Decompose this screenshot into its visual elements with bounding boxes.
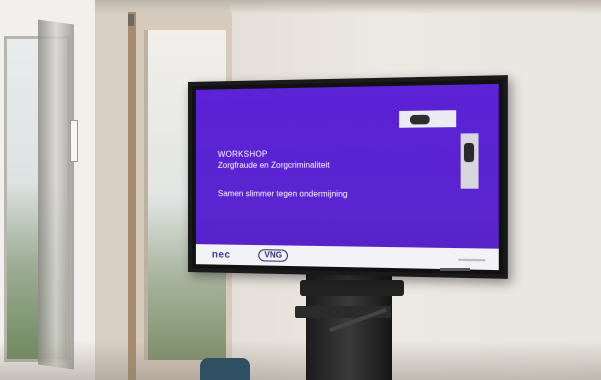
office-photo: WORKSHOP Zorgfraude en Zorgcriminaliteit… (0, 0, 601, 380)
slide-footer-bar: nec VNG (195, 244, 499, 271)
television: WORKSHOP Zorgfraude en Zorgcriminaliteit… (188, 75, 508, 279)
nec-logo: nec (211, 249, 231, 261)
tv-screen: WORKSHOP Zorgfraude en Zorgcriminaliteit… (195, 83, 499, 271)
vng-logo: VNG (258, 249, 289, 262)
tv-stand-shelf (300, 280, 404, 296)
footer-mark (458, 258, 486, 262)
blue-chair (200, 358, 250, 380)
tv-bottom-edge-shadow (440, 268, 470, 271)
slide-photo-top-figure (409, 114, 430, 125)
floor-shadow (0, 340, 601, 380)
slide-photo-side-figure (463, 142, 475, 163)
door-hinge (128, 14, 134, 26)
window-handle (70, 120, 78, 162)
slide-title: Zorgfraude en Zorgcriminaliteit (217, 160, 330, 170)
slide-label: WORKSHOP (217, 149, 268, 159)
open-window-sash (38, 19, 74, 370)
slide-subtitle: Samen slimmer tegen ondermijning (217, 189, 348, 199)
